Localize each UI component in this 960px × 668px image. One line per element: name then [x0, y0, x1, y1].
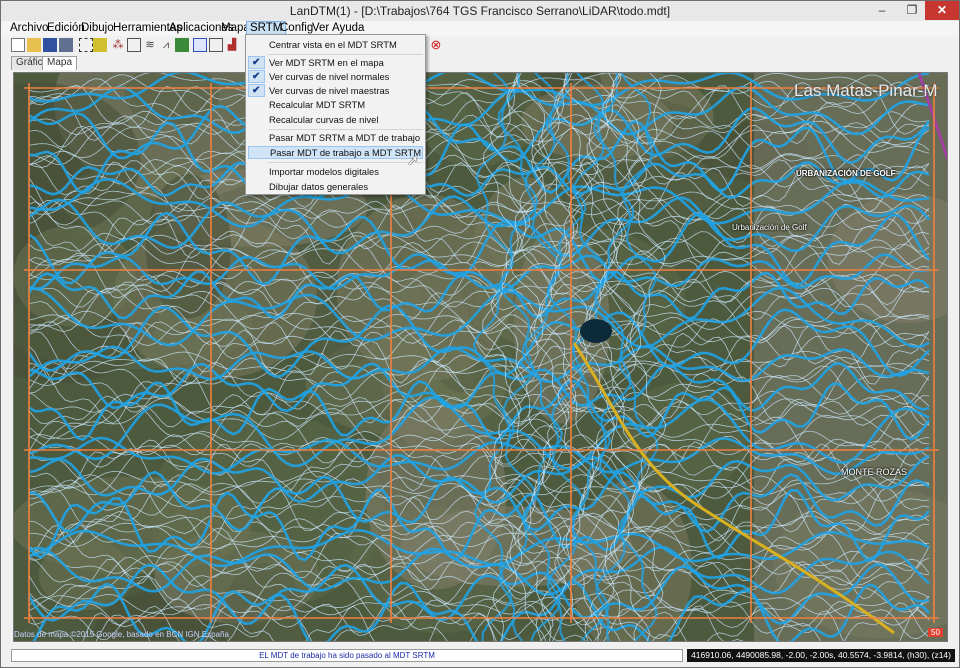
tool-profile-icon[interactable]: ⩘	[159, 38, 173, 52]
menu-item-ver-mdt-srtm[interactable]: ✔ Ver MDT SRTM en el mapa	[248, 56, 423, 69]
menu-bar: Archivo Edición Dibujo Herramientas Apli…	[1, 21, 959, 36]
tool-map-icon[interactable]	[175, 38, 189, 52]
toolbar: ⁂ ≋ ⩘ ▟ ⊗	[1, 36, 959, 56]
minimize-button[interactable]: –	[867, 1, 897, 20]
checkmark-icon: ✔	[252, 57, 261, 68]
open-folder-icon[interactable]	[27, 38, 41, 52]
status-bar: EL MDT de trabajo ha sido pasado al MDT …	[1, 646, 959, 667]
tool-points-icon[interactable]: ⁂	[111, 38, 125, 52]
title-bar[interactable]: LanDTM(1) - [D:\Trabajos\764 TGS Francis…	[1, 1, 959, 21]
new-file-icon[interactable]	[11, 38, 25, 52]
app-window: LanDTM(1) - [D:\Trabajos\764 TGS Francis…	[0, 0, 960, 668]
menu-item-label: Ver curvas de nivel maestras	[269, 85, 390, 96]
checkmark-icon: ✔	[252, 71, 261, 82]
menu-item-centrar-vista[interactable]: Centrar vista en el MDT SRTM	[248, 38, 423, 51]
status-coordinates: 416910.06, 4490085.98, -2.00, -2.00s, 40…	[687, 649, 955, 662]
tool-report-icon[interactable]	[209, 38, 223, 52]
window-title: LanDTM(1) - [D:\Trabajos\764 TGS Francis…	[289, 4, 671, 18]
save-as-icon[interactable]	[59, 38, 73, 52]
menu-item-curvas-normales[interactable]: ✔ Ver curvas de nivel normales	[248, 70, 423, 83]
place-label: URBANIZACIÓN DE GOLF	[796, 169, 896, 178]
menu-separator	[268, 54, 423, 55]
menu-item-trabajo-a-srtm[interactable]: Pasar MDT de trabajo a MDT SRTM	[248, 146, 423, 159]
tool-grid-icon[interactable]	[127, 38, 141, 52]
map-credits: Datos de mapa ©2015 Google, basado en BC…	[14, 630, 229, 639]
srtm-dropdown-menu: Centrar vista en el MDT SRTM ✔ Ver MDT SR…	[245, 34, 426, 195]
menu-item-label: Pasar MDT de trabajo a MDT SRTM	[270, 147, 422, 158]
maximize-button[interactable]: ❐	[897, 1, 927, 20]
status-message: EL MDT de trabajo ha sido pasado al MDT …	[11, 649, 683, 662]
menu-item-label: Pasar MDT SRTM a MDT de trabajo	[269, 132, 421, 143]
menu-item-label: Dibujar datos generales	[269, 181, 369, 192]
zoom-icon[interactable]	[93, 38, 107, 52]
menu-item-label: Importar modelos digitales	[269, 166, 379, 177]
menu-separator	[268, 129, 423, 130]
map-view[interactable]: Las Matas-Pinar-M URBANIZACIÓN DE GOLF U…	[13, 72, 948, 642]
menu-separator	[268, 162, 423, 163]
tool-chart-icon[interactable]: ▟	[225, 38, 239, 52]
save-icon[interactable]	[43, 38, 57, 52]
select-icon[interactable]	[79, 38, 93, 52]
menu-item-label: Centrar vista en el MDT SRTM	[269, 39, 397, 50]
map-canvas[interactable]	[14, 73, 948, 642]
checkmark-icon: ✔	[252, 85, 261, 96]
menu-item-recalcular-mdt[interactable]: Recalcular MDT SRTM	[248, 98, 423, 111]
reservoir	[580, 319, 612, 343]
menu-item-label: Recalcular curvas de nivel	[269, 114, 379, 125]
zoom-badge: 50	[928, 628, 943, 637]
tool-table-icon[interactable]	[193, 38, 207, 52]
menu-item-label: Recalcular MDT SRTM	[269, 99, 366, 110]
close-button[interactable]: ✕	[925, 1, 959, 20]
tool-contours-icon[interactable]: ≋	[143, 38, 157, 52]
place-label: Urbanización de Golf	[732, 223, 807, 232]
view-tabs: Gráfico Mapa	[1, 56, 959, 70]
menu-item-dibujar-datos[interactable]: Dibujar datos generales	[248, 180, 423, 193]
place-label: MONTE ROZAS	[841, 467, 908, 477]
menu-item-recalcular-curvas[interactable]: Recalcular curvas de nivel	[248, 113, 423, 126]
menu-item-label: Ver curvas de nivel normales	[269, 71, 390, 82]
tab-mapa[interactable]: Mapa	[42, 56, 78, 70]
menu-item-srtm-a-trabajo[interactable]: Pasar MDT SRTM a MDT de trabajo	[248, 131, 423, 144]
menu-item-importar-modelos[interactable]: Importar modelos digitales	[248, 165, 423, 178]
place-label: Las Matas-Pinar-M	[794, 81, 938, 100]
menu-item-curvas-maestras[interactable]: ✔ Ver curvas de nivel maestras	[248, 84, 423, 97]
menu-item-label: Ver MDT SRTM en el mapa	[269, 57, 384, 68]
stop-icon[interactable]: ⊗	[429, 38, 443, 52]
mouse-cursor-icon: ➚	[407, 152, 419, 168]
